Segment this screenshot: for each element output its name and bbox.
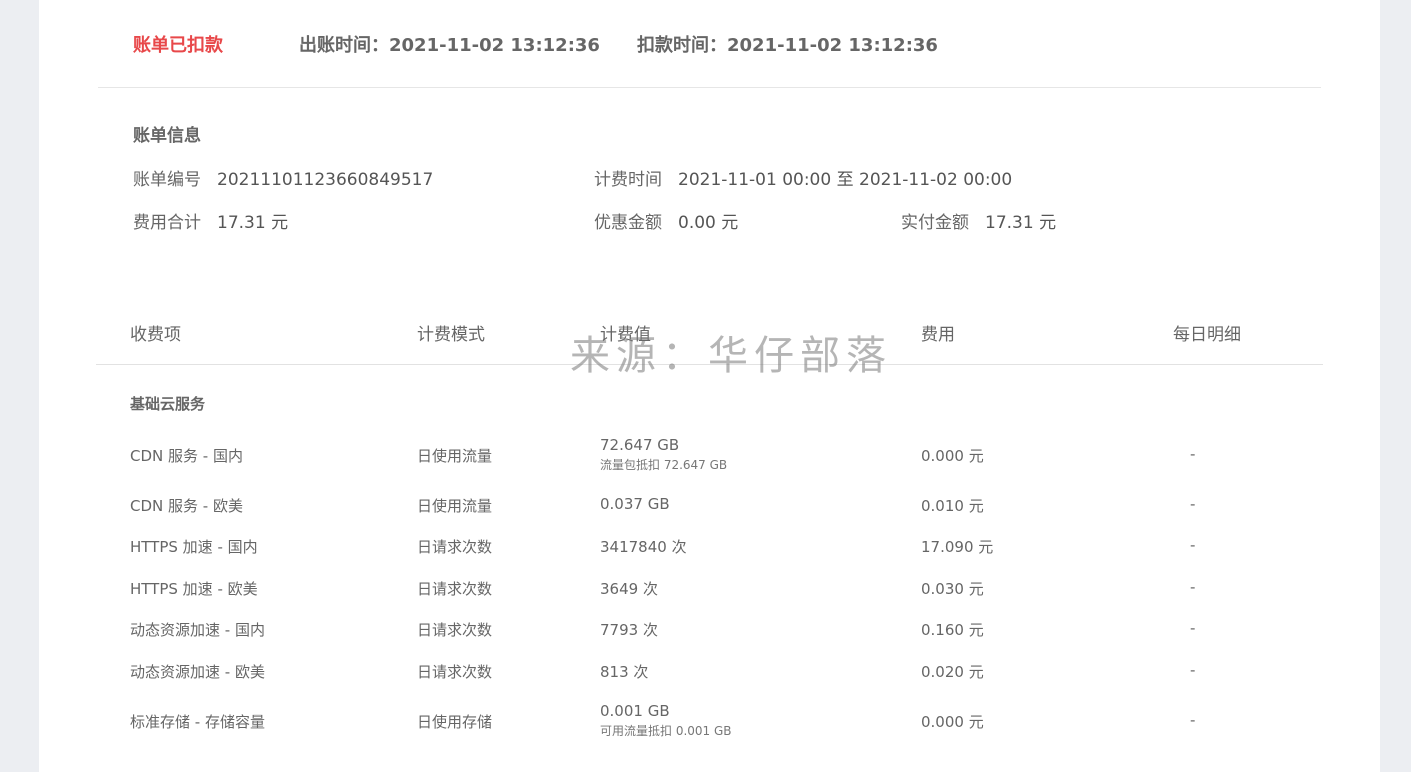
- bill-page: 账单已扣款 出账时间：2021-11-02 13:12:36 扣款时间：2021…: [39, 0, 1380, 772]
- row-mode: 日使用存储: [417, 713, 493, 731]
- row-mode: 日使用流量: [417, 447, 493, 465]
- row-item: 标准存储 - 存储容量: [130, 713, 265, 731]
- row-value-note: 可用流量抵扣 0.001 GB: [600, 724, 732, 738]
- paid-amount: 实付金额 17.31 元: [901, 208, 1056, 233]
- paid-label: 实付金额: [901, 213, 969, 233]
- billing-period-label: 计费时间: [594, 170, 662, 190]
- discount-label: 优惠金额: [594, 213, 662, 233]
- row-daily-detail: -: [1190, 661, 1196, 679]
- row-item: 动态资源加速 - 欧美: [130, 663, 265, 681]
- header-fee: 费用: [921, 325, 955, 345]
- bill-status-bar: 账单已扣款 出账时间：2021-11-02 13:12:36 扣款时间：2021…: [98, 0, 1321, 88]
- row-value: 0.001 GB: [600, 702, 670, 720]
- row-value-cell: 0.037 GB: [600, 495, 670, 513]
- issue-time: 出账时间：2021-11-02 13:12:36: [299, 35, 600, 56]
- row-mode: 日请求次数: [417, 580, 493, 598]
- row-item: CDN 服务 - 国内: [130, 447, 243, 465]
- row-daily-detail: -: [1190, 495, 1196, 513]
- bill-number-value: 20211101123660849517: [217, 170, 434, 190]
- row-mode: 日请求次数: [417, 621, 493, 639]
- row-fee: 0.020 元: [921, 663, 984, 681]
- row-value-cell: 7793 次: [600, 619, 658, 640]
- total-fee-value: 17.31 元: [217, 213, 289, 233]
- row-fee: 0.030 元: [921, 580, 984, 598]
- row-mode: 日请求次数: [417, 538, 493, 556]
- row-value: 813 次: [600, 663, 649, 681]
- billing-period: 计费时间 2021-11-01 00:00 至 2021-11-02 00:00: [594, 165, 1012, 190]
- table-row: 标准存储 - 存储容量 日使用存储 0.001 GB 可用流量抵扣 0.001 GB 0…: [39, 702, 1380, 742]
- bill-number: 账单编号 20211101123660849517: [133, 165, 433, 190]
- row-value-cell: 813 次: [600, 661, 648, 682]
- row-value: 3417840 次: [600, 538, 687, 556]
- row-value: 72.647 GB: [600, 436, 680, 454]
- row-item: CDN 服务 - 欧美: [130, 497, 243, 515]
- row-daily-detail: -: [1190, 445, 1196, 463]
- row-value-cell: 72.647 GB 流量包抵扣 72.647 GB: [600, 436, 727, 473]
- row-value: 3649 次: [600, 580, 658, 598]
- row-mode: 日请求次数: [417, 663, 493, 681]
- bill-info-title: 账单信息: [133, 126, 201, 146]
- paid-value: 17.31 元: [985, 213, 1057, 233]
- row-value-cell: 3649 次: [600, 578, 658, 599]
- discount-amount: 优惠金额 0.00 元: [594, 208, 738, 233]
- row-value-cell: 3417840 次: [600, 536, 687, 557]
- row-mode: 日使用流量: [417, 497, 493, 515]
- row-fee: 0.010 元: [921, 497, 984, 515]
- row-value: 7793 次: [600, 621, 658, 639]
- row-daily-detail: -: [1190, 619, 1196, 637]
- row-fee: 0.000 元: [921, 447, 984, 465]
- discount-value: 0.00 元: [678, 213, 739, 233]
- table-row: HTTPS 加速 - 欧美 日请求次数 3649 次 0.030 元 -: [39, 578, 1380, 618]
- row-item: HTTPS 加速 - 国内: [130, 538, 258, 556]
- row-daily-detail: -: [1190, 711, 1196, 729]
- table-row: HTTPS 加速 - 国内 日请求次数 3417840 次 17.090 元 -: [39, 536, 1380, 576]
- table-header: 收费项 计费模式 计费值 费用 每日明细: [96, 300, 1323, 365]
- billing-period-value: 2021-11-01 00:00 至 2021-11-02 00:00: [678, 170, 1013, 190]
- table-row: CDN 服务 - 欧美 日使用流量 0.037 GB 0.010 元 -: [39, 495, 1380, 535]
- row-fee: 0.000 元: [921, 713, 984, 731]
- table-row: 动态资源加速 - 欧美 日请求次数 813 次 0.020 元 -: [39, 661, 1380, 701]
- row-fee: 17.090 元: [921, 538, 994, 556]
- total-fee-label: 费用合计: [133, 213, 201, 233]
- bill-number-label: 账单编号: [133, 170, 201, 190]
- total-fee: 费用合计 17.31 元: [133, 208, 288, 233]
- row-value-note: 流量包抵扣 72.647 GB: [600, 458, 728, 472]
- header-item: 收费项: [130, 325, 181, 345]
- row-fee: 0.160 元: [921, 621, 984, 639]
- deduct-time: 扣款时间：2021-11-02 13:12:36: [637, 35, 938, 56]
- table-row: 动态资源加速 - 国内 日请求次数 7793 次 0.160 元 -: [39, 619, 1380, 659]
- row-daily-detail: -: [1190, 578, 1196, 596]
- bill-status-label: 账单已扣款: [133, 35, 223, 56]
- row-item: 动态资源加速 - 国内: [130, 621, 265, 639]
- row-value: 0.037 GB: [600, 495, 670, 513]
- row-item: HTTPS 加速 - 欧美: [130, 580, 258, 598]
- header-mode: 计费模式: [417, 325, 485, 345]
- table-row: CDN 服务 - 国内 日使用流量 72.647 GB 流量包抵扣 72.647 GB…: [39, 436, 1380, 476]
- row-daily-detail: -: [1190, 536, 1196, 554]
- header-daily-detail: 每日明细: [1173, 325, 1241, 345]
- row-value-cell: 0.001 GB 可用流量抵扣 0.001 GB: [600, 702, 732, 739]
- group-title-basic-cloud: 基础云服务: [130, 395, 206, 413]
- header-value: 计费值: [600, 325, 651, 345]
